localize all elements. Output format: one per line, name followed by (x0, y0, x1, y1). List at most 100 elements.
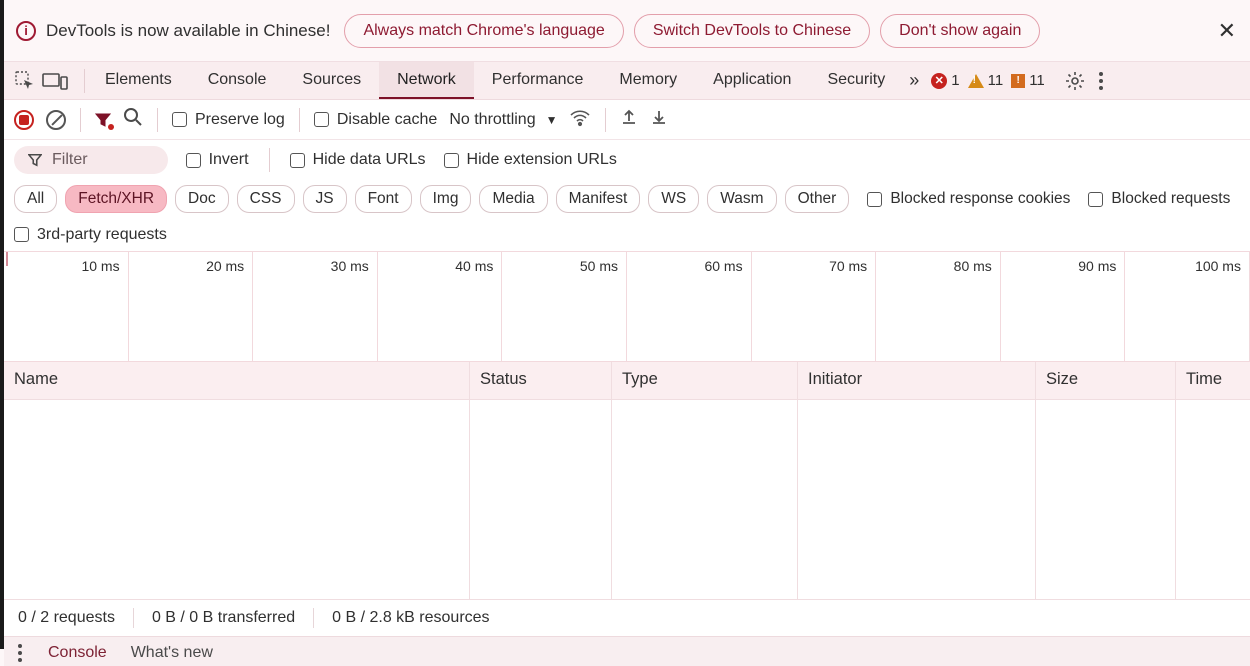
network-conditions-icon[interactable] (569, 107, 591, 132)
issues-badge[interactable]: !11 (1011, 72, 1045, 89)
tab-sources[interactable]: Sources (284, 62, 379, 99)
separator (313, 608, 314, 628)
type-filter-fetch-xhr[interactable]: Fetch/XHR (65, 185, 167, 213)
language-infobar: i DevTools is now available in Chinese! … (4, 0, 1250, 62)
errors-count: 1 (951, 72, 959, 89)
timeline-tick: 70 ms (752, 252, 877, 361)
type-filter-other[interactable]: Other (785, 185, 850, 213)
table-col (4, 400, 470, 599)
search-icon[interactable] (123, 107, 143, 132)
clear-button[interactable] (46, 110, 66, 130)
close-icon[interactable]: ✕ (1218, 18, 1236, 44)
type-filter-row: All Fetch/XHR Doc CSS JS Font Img Media … (4, 180, 1250, 218)
invert-label: Invert (209, 151, 249, 169)
hide-extension-urls-label: Hide extension URLs (467, 151, 617, 169)
preserve-log-label: Preserve log (195, 111, 285, 129)
hide-data-urls-label: Hide data URLs (313, 151, 426, 169)
third-party-requests-checkbox[interactable]: 3rd-party requests (14, 226, 167, 244)
more-tabs-icon[interactable]: » (909, 70, 919, 91)
tab-performance[interactable]: Performance (474, 62, 602, 99)
column-header-initiator[interactable]: Initiator (798, 362, 1036, 399)
column-header-type[interactable]: Type (612, 362, 798, 399)
tab-memory[interactable]: Memory (601, 62, 695, 99)
device-toolbar-icon[interactable] (42, 71, 68, 91)
separator (80, 108, 81, 132)
type-filter-wasm[interactable]: Wasm (707, 185, 776, 213)
status-bar: 0 / 2 requests 0 B / 0 B transferred 0 B… (4, 600, 1250, 636)
record-button[interactable] (14, 110, 34, 130)
tab-security[interactable]: Security (809, 62, 903, 99)
blocked-requests-checkbox[interactable]: Blocked requests (1088, 190, 1230, 208)
overview-timeline[interactable]: 10 ms 20 ms 30 ms 40 ms 50 ms 60 ms 70 m… (4, 252, 1250, 362)
match-language-button[interactable]: Always match Chrome's language (344, 14, 623, 48)
table-col (1036, 400, 1176, 599)
throttling-select[interactable]: No throttling▼ (449, 111, 557, 129)
tab-application[interactable]: Application (695, 62, 809, 99)
column-header-size[interactable]: Size (1036, 362, 1176, 399)
import-har-icon[interactable] (620, 108, 638, 131)
column-header-status[interactable]: Status (470, 362, 612, 399)
status-requests: 0 / 2 requests (18, 609, 115, 627)
issue-badges[interactable]: ✕1 11 !11 (931, 72, 1045, 89)
export-har-icon[interactable] (650, 108, 668, 131)
drawer-more-icon[interactable] (18, 644, 22, 662)
requests-table-body (4, 400, 1250, 600)
tab-network[interactable]: Network (379, 62, 474, 99)
drawer-tab-whats-new[interactable]: What's new (131, 644, 213, 662)
infobar-message: DevTools is now available in Chinese! (46, 21, 330, 41)
type-filter-doc[interactable]: Doc (175, 185, 229, 213)
errors-badge[interactable]: ✕1 (931, 72, 959, 89)
dont-show-again-button[interactable]: Don't show again (880, 14, 1040, 48)
switch-language-button[interactable]: Switch DevTools to Chinese (634, 14, 870, 48)
timeline-tick: 80 ms (876, 252, 1001, 361)
type-filter-ws[interactable]: WS (648, 185, 699, 213)
invert-checkbox[interactable]: Invert (186, 151, 249, 169)
separator (269, 148, 270, 172)
type-filter-font[interactable]: Font (355, 185, 412, 213)
separator (157, 108, 158, 132)
type-filter-all[interactable]: All (14, 185, 57, 213)
filter-row: Filter Invert Hide data URLs Hide extens… (4, 140, 1250, 180)
warnings-count: 11 (988, 72, 1004, 89)
blocked-requests-label: Blocked requests (1111, 190, 1230, 208)
inspect-element-icon[interactable] (14, 70, 36, 92)
throttling-value: No throttling (449, 111, 535, 129)
drawer-tab-console[interactable]: Console (48, 644, 107, 662)
hide-extension-urls-checkbox[interactable]: Hide extension URLs (444, 151, 617, 169)
more-options-icon[interactable] (1099, 72, 1103, 90)
settings-icon[interactable] (1065, 71, 1085, 91)
timeline-tick: 30 ms (253, 252, 378, 361)
separator (84, 69, 85, 93)
warnings-badge[interactable]: 11 (968, 72, 1004, 89)
disable-cache-label: Disable cache (337, 111, 438, 129)
table-col (1176, 400, 1250, 599)
third-party-requests-label: 3rd-party requests (37, 226, 167, 244)
tab-elements[interactable]: Elements (87, 62, 190, 99)
filter-toggle-icon[interactable] (95, 112, 111, 128)
column-header-time[interactable]: Time (1176, 362, 1250, 399)
status-transferred: 0 B / 0 B transferred (152, 609, 295, 627)
column-header-name[interactable]: Name (4, 362, 470, 399)
blocked-response-cookies-checkbox[interactable]: Blocked response cookies (867, 190, 1070, 208)
third-filter-row: 3rd-party requests (4, 218, 1250, 252)
type-filter-css[interactable]: CSS (237, 185, 295, 213)
requests-table-header: Name Status Type Initiator Size Time (4, 362, 1250, 400)
status-resources: 0 B / 2.8 kB resources (332, 609, 489, 627)
timeline-tick: 60 ms (627, 252, 752, 361)
type-filter-manifest[interactable]: Manifest (556, 185, 641, 213)
preserve-log-checkbox[interactable]: Preserve log (172, 111, 285, 129)
filter-input[interactable]: Filter (14, 146, 168, 174)
timeline-cursor (6, 252, 8, 266)
timeline-tick: 90 ms (1001, 252, 1126, 361)
table-col (470, 400, 612, 599)
tab-console[interactable]: Console (190, 62, 285, 99)
drawer-tabstrip: Console What's new (4, 636, 1250, 666)
hide-data-urls-checkbox[interactable]: Hide data URLs (290, 151, 426, 169)
disable-cache-checkbox[interactable]: Disable cache (314, 111, 438, 129)
timeline-tick: 40 ms (378, 252, 503, 361)
type-filter-img[interactable]: Img (420, 185, 472, 213)
type-filter-js[interactable]: JS (303, 185, 347, 213)
table-col (612, 400, 798, 599)
type-filter-media[interactable]: Media (479, 185, 547, 213)
main-tabstrip: Elements Console Sources Network Perform… (4, 62, 1250, 100)
